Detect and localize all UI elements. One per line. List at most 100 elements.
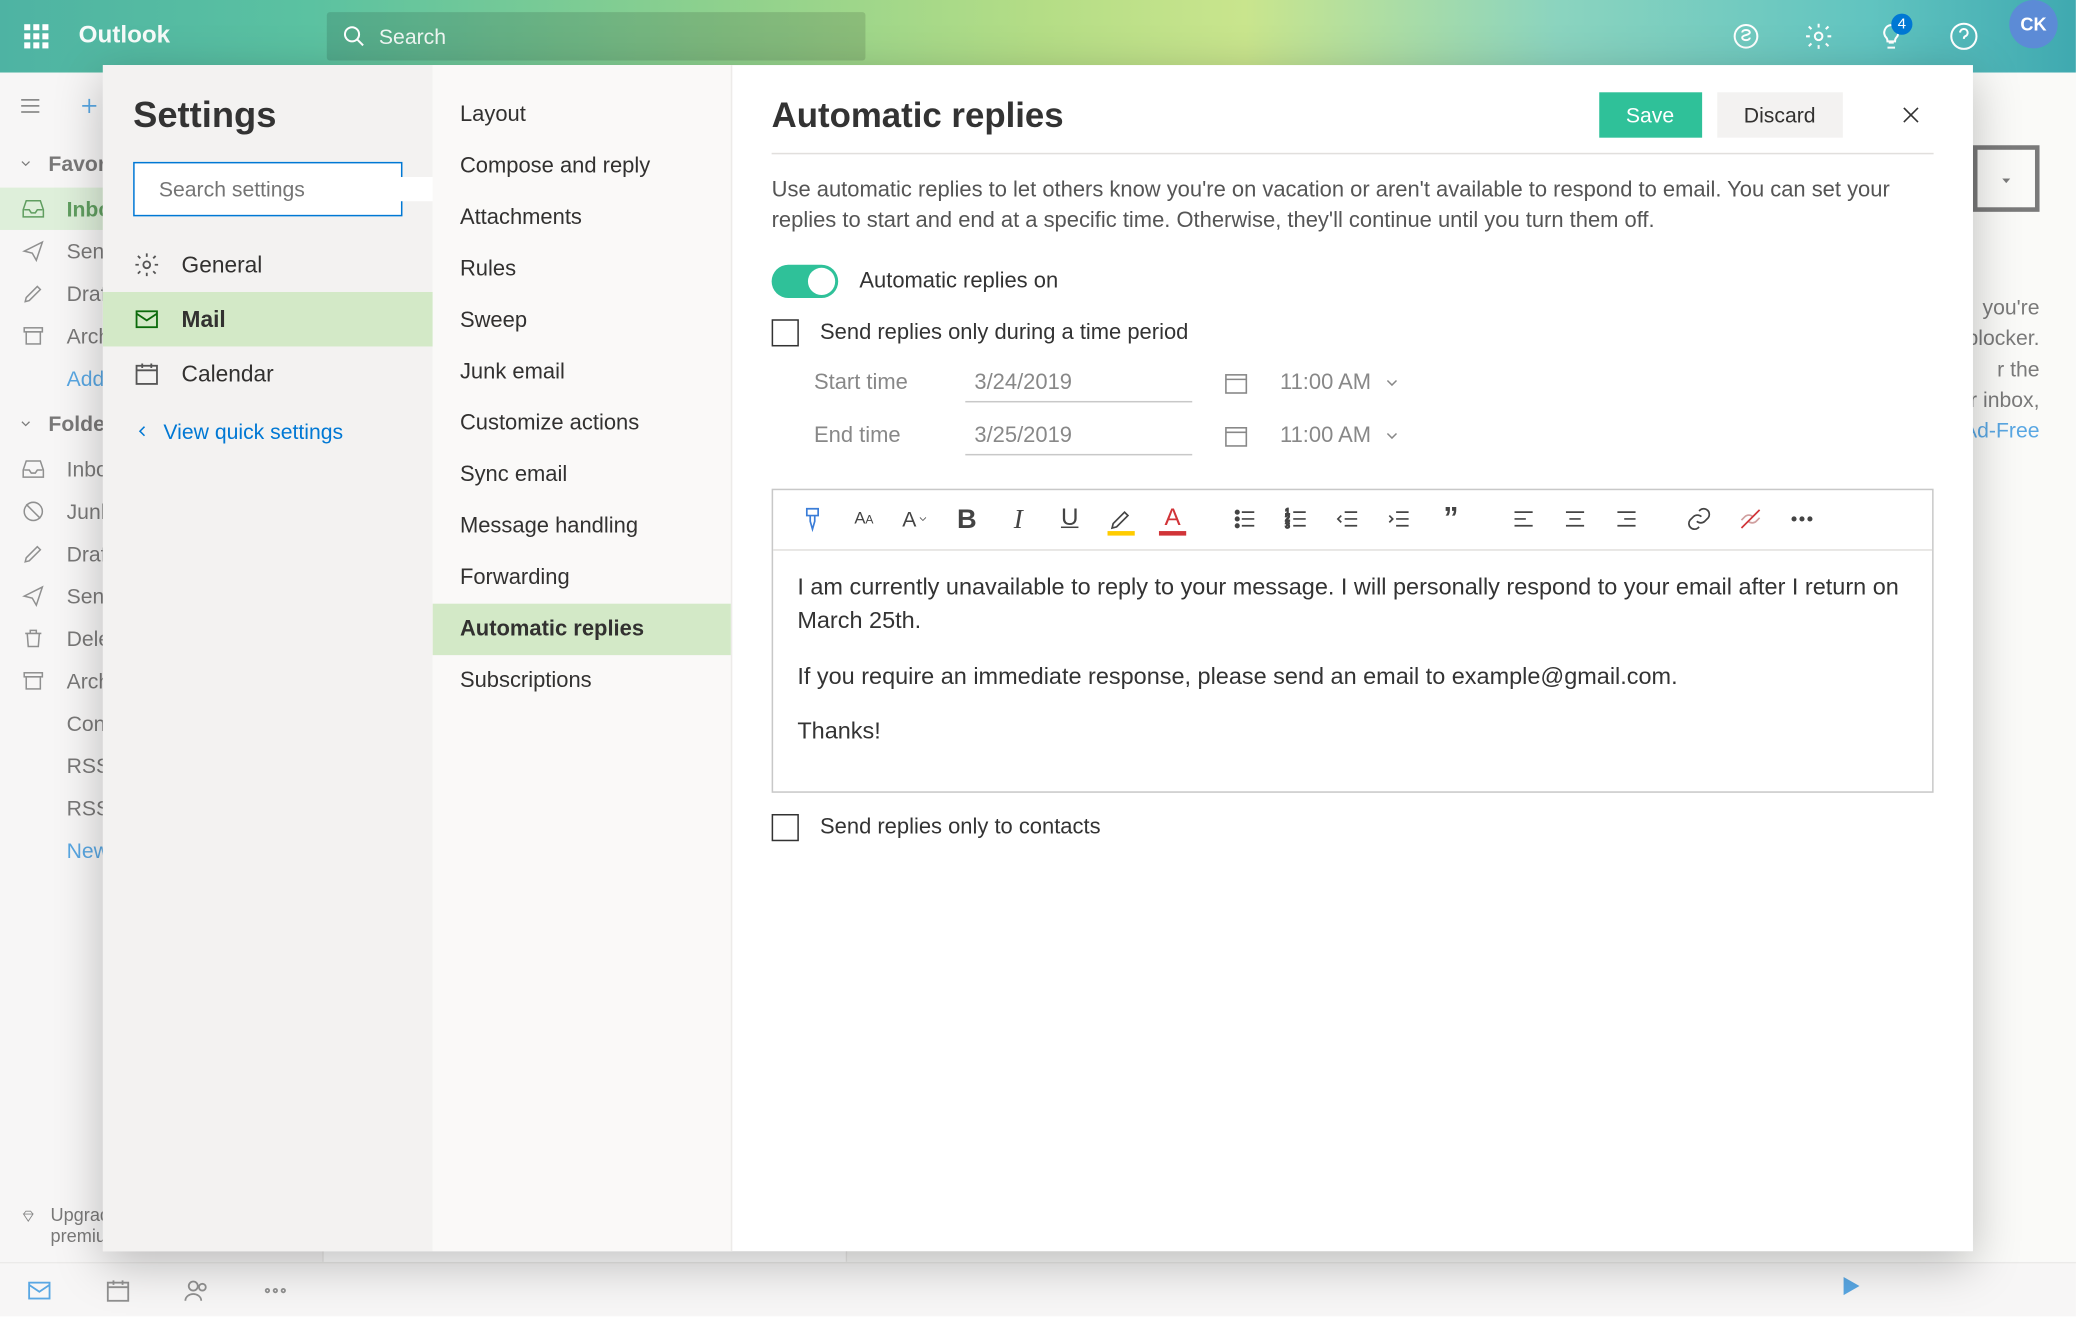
italic-button[interactable]: I (994, 495, 1042, 543)
chevron-down-icon (1383, 426, 1401, 444)
align-left-icon (1510, 505, 1537, 532)
opt-forwarding[interactable]: Forwarding (433, 552, 731, 603)
settings-detail-pane: Automatic replies Save Discard Use autom… (732, 65, 1973, 1251)
unlink-icon (1737, 505, 1764, 532)
bullet-list-icon (1232, 505, 1259, 532)
global-search[interactable] (327, 12, 866, 60)
close-icon (1899, 103, 1923, 127)
align-left-button[interactable] (1499, 495, 1547, 543)
opt-attachments[interactable]: Attachments (433, 192, 731, 243)
align-right-button[interactable] (1602, 495, 1650, 543)
discard-button[interactable]: Discard (1717, 92, 1843, 137)
chevron-down-icon (1383, 373, 1401, 391)
time-period-label: Send replies only during a time period (820, 320, 1188, 344)
waffle-icon (24, 24, 48, 48)
bullets-button[interactable] (1221, 495, 1269, 543)
opt-subscriptions[interactable]: Subscriptions (433, 655, 731, 706)
font-family-button[interactable]: AA (840, 495, 888, 543)
mail-icon (133, 306, 160, 333)
format-painter-button[interactable] (788, 495, 836, 543)
start-date-input[interactable] (965, 364, 1192, 402)
skype-icon (1731, 21, 1761, 51)
contacts-only-checkbox[interactable] (772, 815, 799, 842)
unlink-button[interactable] (1726, 495, 1774, 543)
skype-button[interactable] (1710, 0, 1783, 73)
notifications-button[interactable]: 4 (1855, 0, 1928, 73)
paint-icon (799, 505, 826, 532)
link-icon (1685, 505, 1712, 532)
opt-autoreplies[interactable]: Automatic replies (433, 604, 731, 655)
ellipsis-icon (1788, 505, 1815, 532)
end-time-value: 11:00 AM (1280, 423, 1371, 447)
calendar-icon (1223, 369, 1250, 396)
toggle-label: Automatic replies on (859, 269, 1058, 293)
settings-options-list: Layout Compose and reply Attachments Rul… (433, 65, 733, 1251)
opt-compose[interactable]: Compose and reply (433, 141, 731, 192)
start-time-value: 11:00 AM (1280, 370, 1371, 394)
category-label: Mail (182, 306, 226, 332)
outdent-icon (1334, 505, 1361, 532)
align-right-icon (1613, 505, 1640, 532)
panel-heading: Automatic replies (772, 95, 1584, 136)
app-name[interactable]: Outlook (73, 23, 189, 50)
opt-sync[interactable]: Sync email (433, 449, 731, 500)
start-date-picker-button[interactable] (1223, 369, 1250, 396)
quote-button[interactable]: ” (1427, 495, 1475, 543)
view-quick-settings-link[interactable]: View quick settings (103, 401, 433, 462)
gear-icon (1803, 21, 1833, 51)
chevron-left-icon (133, 422, 151, 440)
opt-customize[interactable]: Customize actions (433, 398, 731, 449)
message-paragraph: Thanks! (797, 716, 1908, 750)
svg-text:3: 3 (1285, 521, 1290, 530)
category-general[interactable]: General (103, 238, 433, 292)
editor-toolbar: AA A B I U A 123 ” (773, 490, 1932, 551)
opt-layout[interactable]: Layout (433, 89, 731, 140)
start-time-select[interactable]: 11:00 AM (1280, 370, 1416, 396)
numbered-list-button[interactable]: 123 (1272, 495, 1320, 543)
time-period-checkbox[interactable] (772, 319, 799, 346)
search-icon (343, 24, 367, 48)
account-avatar[interactable]: CK (2009, 0, 2057, 48)
category-label: Calendar (182, 361, 274, 387)
font-size-button[interactable]: A (891, 495, 939, 543)
link-button[interactable] (1675, 495, 1723, 543)
opt-rules[interactable]: Rules (433, 244, 731, 295)
end-time-label: End time (814, 424, 935, 448)
font-color-button[interactable]: A (1148, 495, 1196, 543)
app-launcher[interactable] (0, 24, 73, 48)
end-date-input[interactable] (965, 417, 1192, 455)
bold-button[interactable]: B (943, 495, 991, 543)
indent-icon (1386, 505, 1413, 532)
save-button[interactable]: Save (1599, 92, 1702, 137)
indent-button[interactable] (1375, 495, 1423, 543)
toggle-knob (808, 267, 835, 294)
highlight-icon (1108, 505, 1135, 532)
autoreplies-toggle[interactable] (772, 264, 839, 297)
settings-button[interactable] (1782, 0, 1855, 73)
settings-search-input[interactable] (159, 177, 433, 201)
category-label: General (182, 252, 263, 278)
category-calendar[interactable]: Calendar (103, 346, 433, 400)
settings-search[interactable] (133, 162, 402, 216)
close-button[interactable] (1888, 92, 1933, 137)
start-time-label: Start time (814, 371, 935, 395)
end-date-picker-button[interactable] (1223, 422, 1250, 449)
opt-sweep[interactable]: Sweep (433, 295, 731, 346)
global-search-input[interactable] (379, 24, 851, 48)
align-center-button[interactable] (1551, 495, 1599, 543)
quick-settings-label: View quick settings (163, 419, 343, 443)
outdent-button[interactable] (1324, 495, 1372, 543)
opt-junk[interactable]: Junk email (433, 346, 731, 397)
settings-title: Settings (103, 95, 433, 162)
panel-description: Use automatic replies to let others know… (772, 176, 1934, 237)
opt-msghandling[interactable]: Message handling (433, 501, 731, 552)
category-mail[interactable]: Mail (103, 292, 433, 346)
highlight-button[interactable] (1097, 495, 1145, 543)
more-format-button[interactable] (1778, 495, 1826, 543)
gear-icon (133, 251, 160, 278)
align-center-icon (1561, 505, 1588, 532)
end-time-select[interactable]: 11:00 AM (1280, 423, 1416, 449)
help-button[interactable] (1928, 0, 2001, 73)
reply-message-textarea[interactable]: I am currently unavailable to reply to y… (773, 550, 1932, 792)
underline-button[interactable]: U (1045, 495, 1093, 543)
